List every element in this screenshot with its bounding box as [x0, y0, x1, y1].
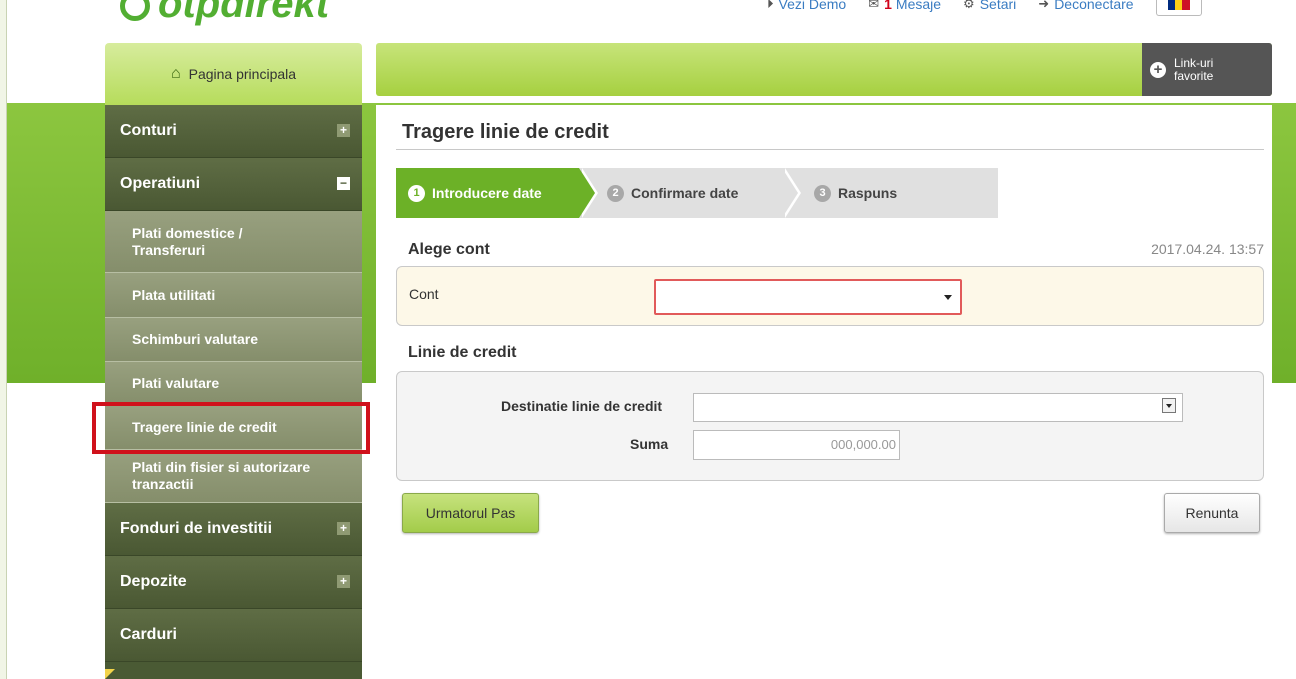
sidebar-item-conturi[interactable]: Conturi +	[105, 105, 362, 158]
expand-icon[interactable]: +	[337, 522, 350, 535]
main-content: Tragere linie de credit 1 Introducere da…	[376, 105, 1272, 679]
plus-circle-icon: +	[1150, 61, 1166, 78]
step-arrow	[782, 168, 798, 218]
wizard-steps: 1 Introducere date 2 Confirmare date 3 R…	[396, 168, 998, 218]
account-field-label: Cont	[409, 286, 439, 302]
language-selector[interactable]	[1155, 0, 1202, 16]
step-number: 3	[814, 184, 831, 202]
expand-icon[interactable]: +	[337, 575, 350, 588]
sidebar-nav: Conturi + Operatiuni − Plati domestice /…	[105, 105, 362, 679]
favorite-links-button[interactable]: + Link-uri favorite	[1142, 43, 1272, 96]
step-number: 1	[408, 184, 425, 202]
cancel-button[interactable]: Renunta	[1164, 493, 1260, 533]
amount-input[interactable]: 000,000.00	[693, 430, 900, 460]
account-box: Cont	[396, 266, 1264, 326]
credit-line-box: Destinatie linie de credit Suma 000,000.…	[396, 371, 1264, 481]
logout-label: Deconectare	[1054, 0, 1134, 12]
home-tab[interactable]: ⌂ Pagina principala	[105, 43, 362, 105]
romania-flag-icon	[1167, 0, 1190, 10]
step-label: Confirmare date	[631, 185, 739, 201]
dropdown-arrow-icon[interactable]	[1162, 398, 1176, 413]
step-raspuns[interactable]: 3 Raspuns	[782, 168, 998, 218]
sidebar-item-plata-utilitati[interactable]: Plata utilitati	[105, 273, 362, 318]
sidebar-item-tragere-linie-de-credit[interactable]: Tragere linie de credit	[105, 406, 362, 450]
sidebar-item-label: Depozite	[120, 573, 187, 590]
step-number: 2	[607, 184, 624, 202]
gear-icon: ⚙	[963, 0, 975, 11]
envelope-icon: ✉	[868, 0, 880, 11]
logout-link[interactable]: ➜ Deconectare	[1038, 0, 1133, 12]
step-arrow	[579, 168, 595, 218]
sidebar-item-label: Tragere linie de credit	[132, 419, 277, 435]
sidebar-item-label: Plati domestice / Transferuri	[132, 224, 243, 258]
sidebar-item-plati-din-fisier[interactable]: Plati din fisier si autorizare tranzacti…	[105, 450, 362, 503]
sidebar-item-label: Plati valutare	[132, 375, 220, 391]
collapse-icon[interactable]: −	[337, 177, 350, 190]
favorite-links-label: Link-uri favorite	[1174, 55, 1214, 83]
play-icon: ⏵	[767, 0, 774, 11]
sidebar-item-depozite[interactable]: Depozite +	[105, 556, 362, 609]
next-step-button[interactable]: Urmatorul Pas	[402, 493, 539, 533]
step-label: Raspuns	[838, 185, 898, 201]
sidebar-item-plati-valutare[interactable]: Plati valutare	[105, 362, 362, 406]
credit-section-title: Linie de credit	[408, 344, 517, 361]
demo-label: Vezi Demo	[778, 0, 847, 12]
logout-icon: ➜	[1038, 0, 1050, 11]
messages-count: 1	[884, 0, 892, 12]
amount-label: Suma	[630, 436, 669, 452]
destination-label: Destinatie linie de credit	[501, 398, 663, 414]
top-links: ⏵ Vezi Demo ✉ 1 Mesaje ⚙ Setari ➜ Decone…	[767, 0, 1202, 22]
home-tab-label: Pagina principala	[188, 66, 297, 82]
settings-link[interactable]: ⚙ Setari	[963, 0, 1016, 12]
step-confirmare-date[interactable]: 2 Confirmare date	[579, 168, 801, 218]
otp-logo-icon	[120, 0, 150, 21]
account-section-title: Alege cont	[408, 241, 490, 258]
messages-label: Mesaje	[895, 0, 942, 12]
settings-label: Setari	[979, 0, 1017, 12]
title-divider	[396, 149, 1264, 150]
corner-marker	[105, 669, 115, 679]
sidebar-item-carduri[interactable]: Carduri	[105, 609, 362, 662]
sidebar-item-label: Plati din fisier si autorizare tranzacti…	[132, 459, 311, 492]
sidebar-item-label: Operatiuni	[120, 175, 201, 192]
sidebar-item-operatiuni[interactable]: Operatiuni −	[105, 158, 362, 211]
sidebar-item-fonduri[interactable]: Fonduri de investitii +	[105, 503, 362, 556]
home-icon: ⌂	[170, 65, 181, 82]
step-introducere-date[interactable]: 1 Introducere date	[396, 168, 598, 218]
sidebar-item-label: Plata utilitati	[132, 286, 216, 303]
top-banner-bar: + Link-uri favorite	[376, 43, 1272, 96]
logo-text: otpdirekt	[158, 0, 330, 26]
step-label: Introducere date	[432, 185, 542, 201]
messages-link[interactable]: ✉ 1 Mesaje	[868, 0, 941, 12]
page-title: Tragere linie de credit	[402, 121, 609, 143]
chevron-down-icon	[944, 295, 952, 300]
sidebar-item-plati-domestice[interactable]: Plati domestice / Transferuri	[105, 211, 362, 273]
expand-icon[interactable]: +	[337, 124, 350, 137]
timestamp: 2017.04.24. 13:57	[1151, 241, 1264, 257]
sidebar-item-label: Conturi	[120, 122, 177, 139]
account-select[interactable]	[654, 279, 962, 315]
app-window: otpdirekt ⏵ Vezi Demo ✉ 1 Mesaje ⚙ Setar…	[6, 0, 1296, 679]
otp-logo[interactable]: otpdirekt	[120, 0, 330, 26]
sidebar-item-label: Schimburi valutare	[132, 331, 259, 347]
sidebar-item-schimburi-valutare[interactable]: Schimburi valutare	[105, 318, 362, 362]
demo-link[interactable]: ⏵ Vezi Demo	[767, 0, 846, 12]
sidebar-item-label: Fonduri de investitii	[120, 520, 273, 537]
sidebar-item-label: Carduri	[120, 626, 177, 643]
destination-select[interactable]	[693, 393, 1183, 422]
